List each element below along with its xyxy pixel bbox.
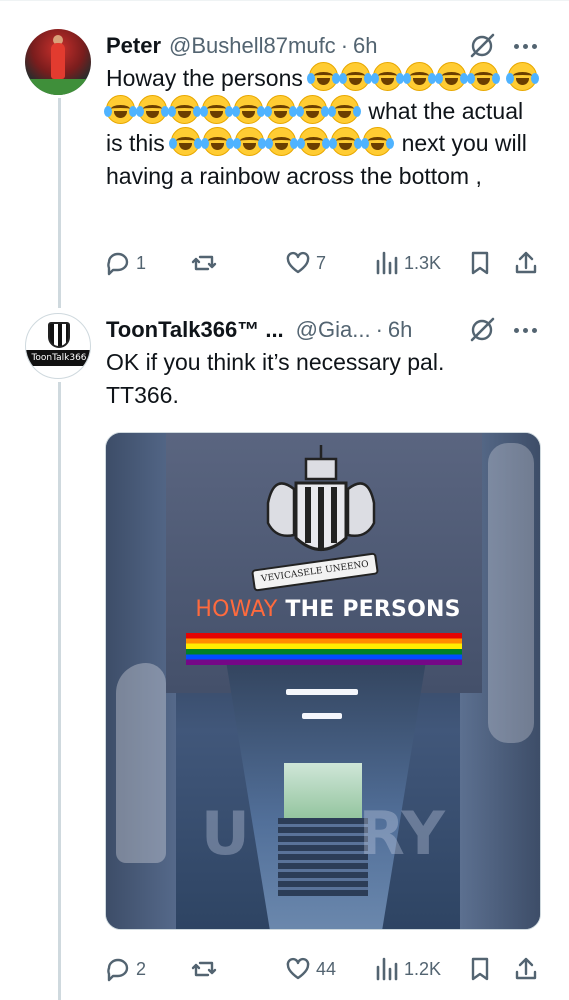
laughing-emoji-icon bbox=[435, 62, 469, 91]
more-options-icon[interactable] bbox=[512, 32, 538, 60]
grok-icon[interactable] bbox=[468, 32, 496, 60]
laughing-emoji-icon bbox=[297, 127, 331, 156]
avatar[interactable]: ToonTalk366 bbox=[25, 313, 91, 379]
grok-icon[interactable] bbox=[468, 316, 496, 344]
laughing-emoji-icon bbox=[329, 127, 363, 156]
laughing-emoji-icon bbox=[505, 62, 539, 91]
reply-button[interactable]: 1 bbox=[104, 247, 146, 279]
player-mural bbox=[488, 443, 534, 743]
share-icon bbox=[515, 251, 537, 274]
heart-icon bbox=[286, 251, 310, 274]
timestamp[interactable]: 6h bbox=[388, 317, 412, 343]
avatar-label: ToonTalk366 bbox=[26, 350, 90, 366]
tunnel-stairs bbox=[278, 818, 368, 896]
share-button[interactable] bbox=[512, 953, 540, 985]
laughing-emoji-icon bbox=[328, 94, 361, 124]
player-mural bbox=[116, 663, 166, 863]
views-count: 1.3K bbox=[404, 252, 442, 273]
laughing-emoji-icon bbox=[169, 127, 203, 156]
wall-lettering: U bbox=[201, 799, 250, 869]
laughing-emoji-icon bbox=[233, 127, 267, 156]
views-button[interactable]: 1.2K bbox=[372, 953, 441, 985]
tweet-text: OK if you think it’s necessary pal. TT36… bbox=[106, 349, 445, 408]
like-count: 44 bbox=[316, 958, 337, 979]
laughing-emoji-icon bbox=[307, 62, 341, 91]
tweet-image[interactable]: U RY VEVICASELE UNEENO HOWAY THE PERSONS bbox=[105, 432, 541, 930]
ceiling-light bbox=[302, 713, 342, 719]
repost-button[interactable] bbox=[190, 247, 222, 279]
laughing-emoji-icon bbox=[361, 127, 395, 156]
repost-button[interactable] bbox=[190, 953, 222, 985]
tweet-actions: 2 44 1.2K bbox=[104, 953, 548, 985]
views-chart-icon bbox=[376, 251, 398, 275]
avatar-background bbox=[25, 79, 91, 95]
share-button[interactable] bbox=[512, 247, 540, 279]
like-count: 7 bbox=[316, 252, 327, 273]
laughing-emoji-icon bbox=[168, 94, 201, 124]
timestamp[interactable]: 6h bbox=[353, 33, 377, 59]
more-options-icon[interactable] bbox=[512, 316, 538, 344]
top-divider bbox=[0, 0, 569, 1]
author-handle[interactable]: @Bushell87mufc bbox=[169, 33, 336, 59]
reply-count: 2 bbox=[136, 958, 147, 979]
reply-count: 1 bbox=[136, 252, 147, 273]
share-icon bbox=[515, 957, 537, 980]
wall-lettering: RY bbox=[358, 799, 445, 869]
avatar-figure bbox=[51, 43, 65, 79]
tweet-actions: 1 7 1.3K bbox=[104, 247, 548, 279]
repost-icon bbox=[191, 255, 217, 271]
laughing-emoji-icon bbox=[296, 94, 329, 124]
repost-icon bbox=[191, 961, 217, 977]
separator-dot: · bbox=[340, 33, 349, 58]
ceiling-light bbox=[286, 689, 358, 695]
laughing-emoji-icon bbox=[232, 94, 265, 124]
bookmark-icon bbox=[471, 957, 489, 981]
laughing-emoji-icon bbox=[467, 62, 501, 91]
thread-line bbox=[58, 98, 61, 308]
separator-dot: · bbox=[375, 317, 383, 342]
bookmark-button[interactable] bbox=[466, 953, 494, 985]
laughing-emoji-icon bbox=[339, 62, 373, 91]
tweet-text-part: Howay the persons bbox=[106, 65, 303, 91]
views-chart-icon bbox=[376, 957, 398, 981]
banner-rest: THE PERSONS bbox=[277, 597, 461, 622]
avatar[interactable] bbox=[25, 29, 91, 95]
laughing-emoji-icon bbox=[200, 94, 233, 124]
tweet-text: Howay the persons what the actual is thi… bbox=[104, 62, 546, 192]
reply-button[interactable]: 2 bbox=[104, 953, 146, 985]
club-crest-icon bbox=[48, 322, 70, 348]
bookmark-button[interactable] bbox=[466, 247, 494, 279]
author-name[interactable]: Peter bbox=[106, 33, 161, 59]
reply-icon bbox=[107, 958, 129, 982]
author-handle[interactable]: @Gia... bbox=[296, 317, 371, 343]
bookmark-icon bbox=[471, 251, 489, 275]
tunnel-exit bbox=[284, 763, 362, 823]
like-button[interactable]: 7 bbox=[284, 247, 326, 279]
laughing-emoji-icon bbox=[104, 94, 137, 124]
views-count: 1.2K bbox=[404, 958, 442, 979]
like-button[interactable]: 44 bbox=[284, 953, 336, 985]
laughing-emoji-icon bbox=[136, 94, 169, 124]
views-button[interactable]: 1.3K bbox=[372, 247, 441, 279]
laughing-emoji-icon bbox=[371, 62, 405, 91]
laughing-emoji-icon bbox=[264, 94, 297, 124]
banner-highlight: HOWAY bbox=[195, 597, 278, 622]
tweet-header: ToonTalk366™ ... @Gia... · 6h bbox=[106, 315, 412, 345]
author-name[interactable]: ToonTalk366™ ... bbox=[106, 317, 284, 343]
tweet-header: Peter @Bushell87mufc · 6h bbox=[106, 31, 378, 61]
rainbow-stripe bbox=[186, 633, 462, 665]
thread-line bbox=[58, 382, 61, 1000]
laughing-emoji-icon bbox=[201, 127, 235, 156]
heart-icon bbox=[286, 957, 310, 980]
image-banner-text: HOWAY THE PERSONS bbox=[188, 597, 468, 622]
laughing-emoji-icon bbox=[403, 62, 437, 91]
reply-icon bbox=[107, 252, 129, 276]
laughing-emoji-icon bbox=[265, 127, 299, 156]
